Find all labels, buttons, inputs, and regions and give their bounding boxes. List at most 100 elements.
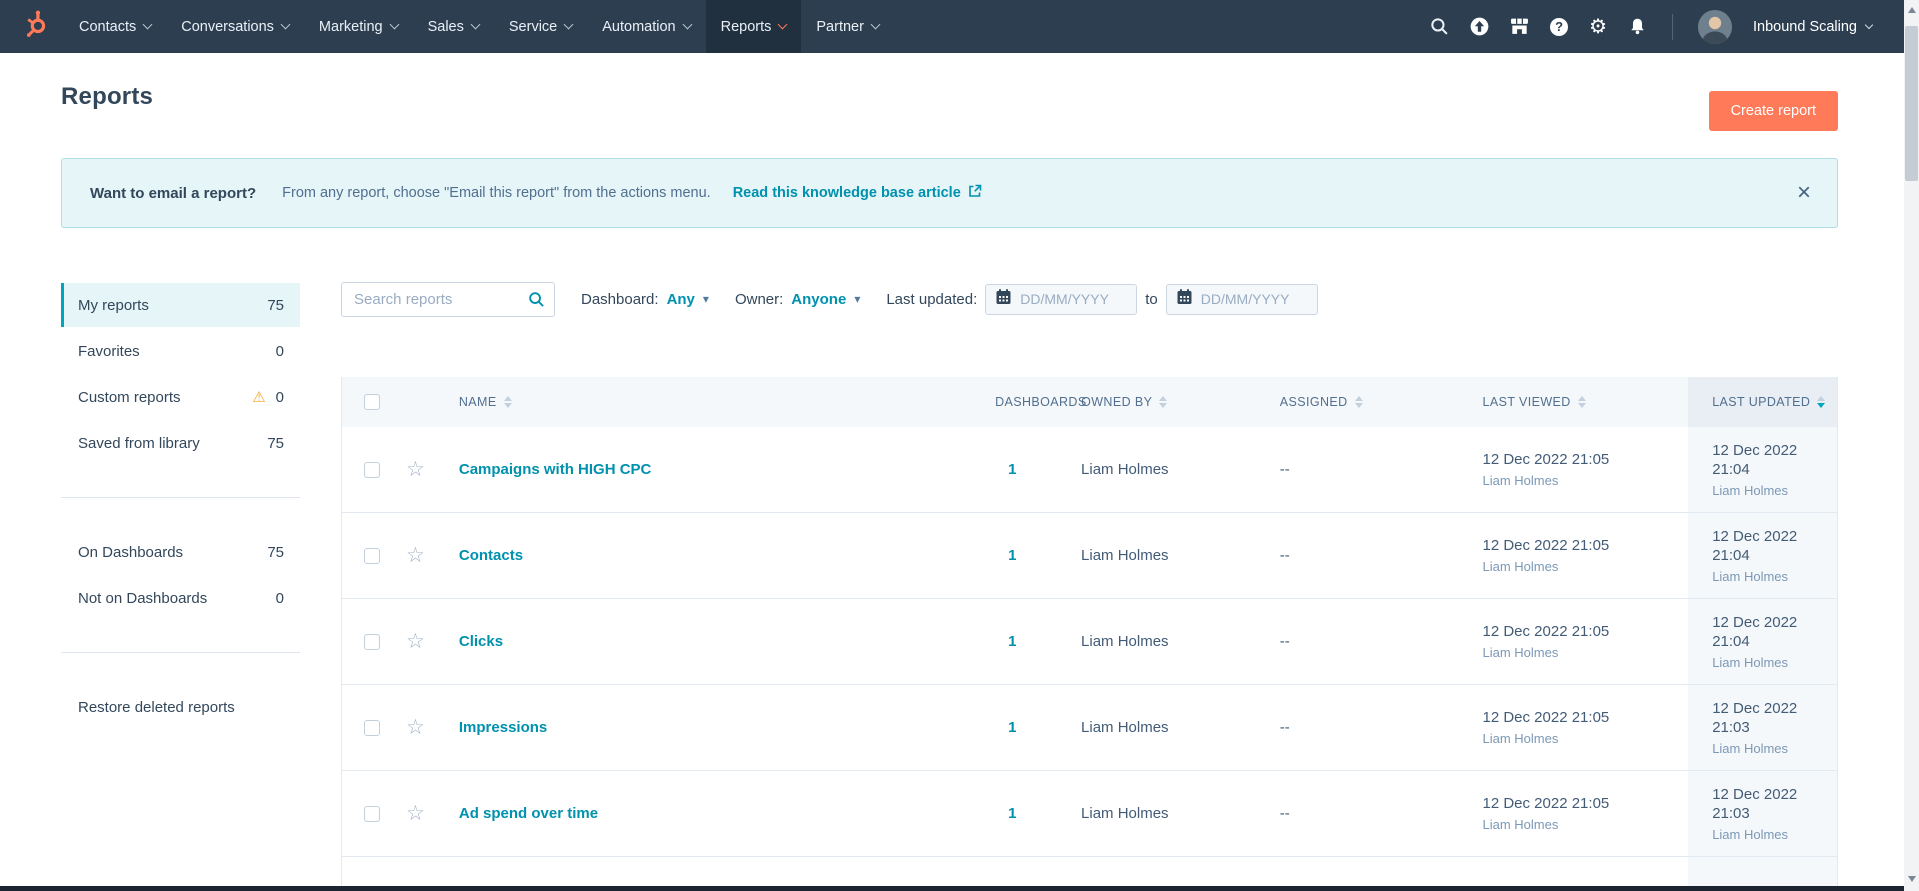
owner-filter[interactable]: Owner: Anyone ▾ <box>735 291 860 308</box>
favorite-star-icon[interactable]: ☆ <box>406 631 425 652</box>
row-checkbox-cell <box>342 427 406 512</box>
nav-item-automation[interactable]: Automation <box>587 0 705 53</box>
sort-icon[interactable] <box>503 396 512 408</box>
assigned-cell: -- <box>1266 599 1469 684</box>
nav-item-sales[interactable]: Sales <box>413 0 494 53</box>
report-name-link[interactable]: Campaigns with HIGH CPC <box>459 461 652 478</box>
row-checkbox[interactable] <box>364 805 380 822</box>
sidebar-item-favorites[interactable]: Favorites 0 <box>61 329 300 373</box>
help-icon[interactable]: ? <box>1550 17 1569 36</box>
date-from-field[interactable] <box>985 283 1138 315</box>
column-header-last-viewed[interactable]: LAST VIEWED <box>1469 377 1689 427</box>
last-updated-date: 12 Dec 2022 21:04 <box>1712 613 1798 650</box>
calendar-icon <box>1177 289 1192 309</box>
column-header-name[interactable]: NAME <box>444 377 980 427</box>
marketplace-icon[interactable] <box>1510 17 1529 36</box>
account-menu[interactable]: Inbound Scaling <box>1753 19 1874 35</box>
last-updated-date: 12 Dec 2022 21:04 <box>1712 441 1798 478</box>
nav-item-marketing[interactable]: Marketing <box>304 0 413 53</box>
calendar-icon <box>996 289 1011 309</box>
select-all-checkbox[interactable] <box>364 394 380 410</box>
last-viewed-by: Liam Holmes <box>1482 473 1559 488</box>
table-row: ☆ 12 Dec 2022 21:0512 Dec 2022 <box>342 857 1837 886</box>
warning-icon: ⚠ <box>252 389 266 406</box>
settings-gear-icon[interactable]: ⚙ <box>1589 17 1607 37</box>
column-header-owned-by[interactable]: OWNED BY <box>1066 377 1266 427</box>
sort-icon-active[interactable] <box>1817 396 1826 408</box>
column-header-dashboards[interactable]: DASHBOARDS <box>980 377 1086 427</box>
report-name-link[interactable]: Impressions <box>459 719 547 736</box>
nav-item-partner[interactable]: Partner <box>801 0 894 53</box>
sort-icon[interactable] <box>1354 396 1363 408</box>
banner-close-icon[interactable]: × <box>1797 181 1811 205</box>
nav-item-reports[interactable]: Reports <box>705 0 802 53</box>
table-row: ☆ Impressions 1 Liam Holmes -- 12 Dec 2022 21… <box>342 685 1837 771</box>
favorite-star-icon[interactable]: ☆ <box>406 717 425 738</box>
nav-item-contacts[interactable]: Contacts <box>64 0 166 53</box>
row-checkbox[interactable] <box>364 547 380 564</box>
sort-icon[interactable] <box>1577 396 1586 408</box>
row-checkbox-cell <box>342 685 406 770</box>
nav-item-service[interactable]: Service <box>494 0 587 53</box>
sidebar-item-custom-reports[interactable]: Custom reports ⚠ 0 <box>61 375 300 419</box>
sidebar-item-not-on-dashboards[interactable]: Not on Dashboards 0 <box>61 576 300 620</box>
avatar[interactable] <box>1698 9 1732 44</box>
row-checkbox[interactable] <box>364 633 380 650</box>
owner-filter-value[interactable]: Anyone <box>791 291 846 308</box>
last-viewed-date: 12 Dec 2022 21:05 <box>1482 709 1610 726</box>
sidebar-item-on-dashboards[interactable]: On Dashboards 75 <box>61 530 300 574</box>
sidebar-item-label: Custom reports <box>78 388 181 406</box>
vertical-scrollbar[interactable] <box>1904 0 1919 891</box>
nav-item-conversations[interactable]: Conversations <box>166 0 304 53</box>
favorite-star-icon[interactable]: ☆ <box>406 545 425 566</box>
knowledge-base-link[interactable]: Read this knowledge base article <box>733 184 982 202</box>
column-header-assigned[interactable]: ASSIGNED <box>1266 377 1469 427</box>
bottom-dark-bar <box>0 886 1904 891</box>
date-to-field[interactable] <box>1165 283 1318 315</box>
last-updated-cell: 12 Dec 2022 <box>1688 857 1837 886</box>
sidebar-item-saved-from-library[interactable]: Saved from library 75 <box>61 421 300 465</box>
report-name-link[interactable]: Contacts <box>459 547 523 564</box>
favorite-star-icon[interactable]: ☆ <box>406 803 425 824</box>
report-name-cell: Contacts <box>444 513 980 598</box>
dashboards-count-link[interactable]: 1 <box>1008 461 1016 478</box>
dashboards-count-link[interactable]: 1 <box>1008 547 1016 564</box>
last-viewed-block: 12 Dec 2022 21:05 Liam Holmes <box>1482 536 1609 575</box>
caret-down-icon: ▾ <box>702 292 709 306</box>
sort-icon[interactable] <box>1159 396 1168 408</box>
scrollbar-up-arrow-icon[interactable] <box>1904 2 1919 17</box>
dashboards-count-link[interactable]: 1 <box>1008 633 1016 650</box>
date-to-input[interactable] <box>1200 291 1309 307</box>
assigned-cell: -- <box>1266 685 1469 770</box>
sidebar-item-my-reports[interactable]: My reports 75 <box>61 283 300 327</box>
column-header-label: OWNED BY <box>1081 395 1153 409</box>
date-from-input[interactable] <box>1020 291 1129 307</box>
dashboards-count-link[interactable]: 1 <box>1008 805 1016 822</box>
column-header-last-updated[interactable]: LAST UPDATED <box>1688 377 1837 427</box>
report-name-link[interactable]: Clicks <box>459 633 503 650</box>
dashboards-count-link[interactable]: 1 <box>1008 719 1016 736</box>
nav-item-label: Contacts <box>79 18 137 35</box>
upgrade-arrow-up-circle-icon[interactable] <box>1470 17 1489 36</box>
notifications-bell-icon[interactable] <box>1628 17 1647 36</box>
row-checkbox-cell <box>342 771 406 856</box>
row-checkbox[interactable] <box>364 719 380 736</box>
sidebar-item-label: On Dashboards <box>78 543 184 561</box>
last-updated-cell: 12 Dec 2022 21:04 Liam Holmes <box>1688 427 1837 512</box>
search-icon[interactable] <box>528 291 545 312</box>
assigned-value: -- <box>1279 633 1290 650</box>
scrollbar-down-arrow-icon[interactable] <box>1904 871 1919 886</box>
last-updated-by: Liam Holmes <box>1712 482 1789 498</box>
create-report-button[interactable]: Create report <box>1708 91 1838 131</box>
hubspot-logo[interactable] <box>0 0 64 53</box>
row-checkbox[interactable] <box>364 461 380 478</box>
dashboard-filter[interactable]: Dashboard: Any ▾ <box>581 291 709 308</box>
favorite-star-icon[interactable]: ☆ <box>406 459 425 480</box>
scrollbar-thumb[interactable] <box>1905 26 1918 181</box>
report-name-link[interactable]: Ad spend over time <box>459 805 598 822</box>
search-reports-input[interactable] <box>341 281 555 317</box>
dashboard-filter-value[interactable]: Any <box>667 291 695 308</box>
chevron-down-icon <box>1864 20 1874 30</box>
sidebar-item-restore-deleted-reports[interactable]: Restore deleted reports <box>61 685 300 729</box>
search-icon[interactable] <box>1430 17 1449 36</box>
